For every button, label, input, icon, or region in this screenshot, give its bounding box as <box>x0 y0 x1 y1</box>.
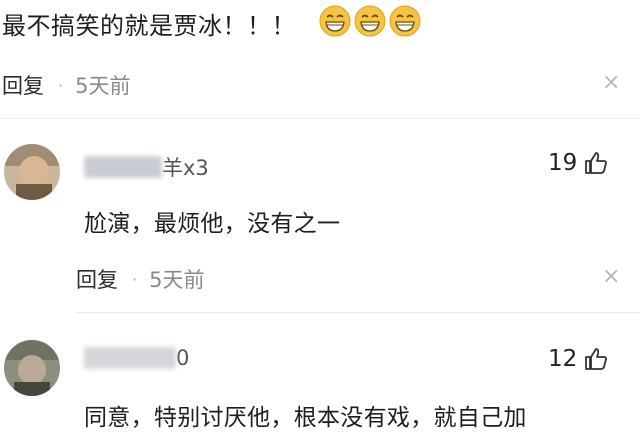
avatar-image <box>4 340 60 396</box>
separator-dot: · <box>132 269 138 289</box>
emoji-group <box>318 4 422 38</box>
username-suffix: 羊x3 <box>162 156 209 180</box>
avatar[interactable] <box>4 144 60 200</box>
like-button[interactable]: 12 <box>548 346 609 372</box>
grin-emoji-icon <box>319 5 351 37</box>
comment-text: 最不搞笑的就是贾冰！！！ <box>2 12 296 40</box>
close-icon[interactable]: × <box>602 70 620 95</box>
divider <box>0 118 640 119</box>
reply-button[interactable]: 回复 <box>2 70 44 100</box>
blurred-name <box>84 347 176 369</box>
comment-text: 同意，特别讨厌他，根本没有戏，就自己加 <box>84 405 527 431</box>
like-count: 12 <box>548 346 578 372</box>
timestamp: 5天前 <box>149 268 205 292</box>
comment-text: 尬演，最烦他，没有之一 <box>84 211 341 237</box>
timestamp: 5天前 <box>75 74 131 98</box>
avatar-image <box>4 144 60 200</box>
avatar[interactable] <box>4 340 60 396</box>
username[interactable]: 羊x3 <box>84 152 209 182</box>
divider <box>76 312 640 313</box>
thumbs-up-icon <box>585 348 608 370</box>
reply-button[interactable]: 回复 <box>76 264 118 294</box>
grin-emoji-icon <box>389 5 421 37</box>
separator-dot: · <box>58 75 64 95</box>
blurred-name <box>84 156 162 178</box>
username[interactable]: 0 <box>84 346 189 370</box>
close-icon[interactable]: × <box>602 264 620 289</box>
username-suffix: 0 <box>176 346 190 370</box>
grin-emoji-icon <box>354 5 386 37</box>
comment-meta: 回复 · 5天前 <box>2 70 130 100</box>
like-count: 19 <box>548 150 578 176</box>
thumbs-up-icon <box>585 152 608 174</box>
like-button[interactable]: 19 <box>548 150 609 176</box>
comment-meta: 回复 · 5天前 <box>76 264 204 294</box>
